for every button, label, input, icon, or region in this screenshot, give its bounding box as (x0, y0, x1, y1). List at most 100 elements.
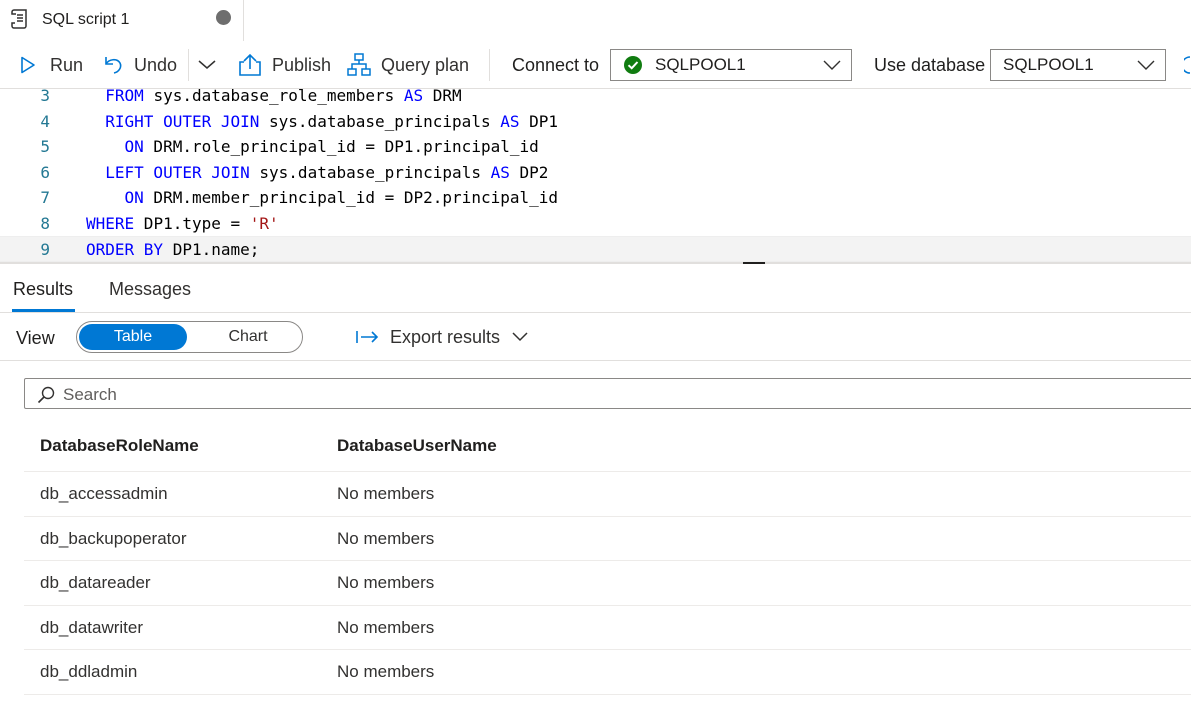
search-icon (37, 386, 55, 404)
sql-token: DP1.name; (163, 240, 260, 259)
connect-to-value: SQLPOOL1 (655, 55, 746, 74)
cell-database-user-name: No members (337, 528, 435, 548)
export-results-button[interactable]: Export results (356, 313, 528, 361)
cell-database-role-name: db_accessadmin (40, 484, 168, 503)
query-plan-icon (347, 53, 371, 76)
code-text: LEFT OUTER JOIN sys.database_principals … (86, 160, 548, 186)
table-header: DatabaseRoleName DatabaseUserName (24, 420, 1191, 472)
sql-keyword: AS (490, 162, 510, 182)
sql-keyword: LEFT OUTER JOIN (86, 162, 250, 182)
tab-sql-script-1[interactable]: SQL script 1 (0, 0, 244, 41)
undo-button[interactable]: Undo (102, 41, 177, 89)
table-row[interactable]: db_datareader No members (24, 561, 1191, 606)
code-line[interactable]: 5 ON DRM.role_principal_id = DP1.princip… (0, 134, 1191, 160)
use-database-value: SQLPOOL1 (1003, 55, 1094, 74)
publish-button[interactable]: Publish (238, 41, 331, 89)
code-text: ON DRM.member_principal_id = DP2.princip… (86, 185, 558, 211)
sql-keyword: AS (500, 111, 520, 131)
line-number: 8 (40, 213, 50, 233)
run-button[interactable]: Run (20, 41, 83, 89)
table-row[interactable]: db_datawriter No members (24, 606, 1191, 650)
view-option-table[interactable]: Table (79, 324, 187, 350)
line-number: 7 (40, 188, 50, 207)
search-placeholder: Search (63, 385, 117, 404)
toolbar: Run Undo Publish Query plan Connect to S… (0, 41, 1191, 89)
results-tabs: Results Messages (0, 264, 1191, 313)
use-database-dropdown[interactable]: SQLPOOL1 (990, 49, 1166, 81)
code-text: FROM sys.database_role_members AS DRM (86, 89, 462, 109)
cell-database-role-name: db_backupoperator (40, 528, 187, 548)
column-header-database-user-name[interactable]: DatabaseUserName (337, 436, 497, 456)
tab-results[interactable]: Results (13, 279, 73, 300)
sql-token: DP1.type = (134, 213, 250, 233)
column-header-database-role-name[interactable]: DatabaseRoleName (40, 436, 199, 456)
code-line[interactable]: 6 LEFT OUTER JOIN sys.database_principal… (0, 160, 1191, 186)
active-tab-indicator (12, 309, 75, 312)
line-number: 9 (40, 240, 50, 259)
unsaved-changes-dot[interactable] (216, 10, 231, 25)
sql-token: DRM (423, 89, 462, 105)
sql-keyword: ON (86, 188, 144, 207)
chevron-down-icon (512, 332, 528, 342)
query-plan-label: Query plan (381, 54, 470, 75)
tab-bar: SQL script 1 (0, 0, 1191, 41)
connected-check-icon (624, 56, 642, 74)
sql-token: DRM.role_principal_id = DP1.principal_id (143, 137, 539, 156)
sql-keyword: RIGHT OUTER JOIN (86, 111, 260, 131)
sql-token: sys.database_principals (249, 162, 491, 182)
toolbar-separator (188, 49, 189, 81)
sql-script-icon (11, 9, 27, 29)
cell-database-role-name: db_datawriter (40, 617, 144, 637)
run-label: Run (50, 54, 84, 75)
view-toggle[interactable]: Table Chart (76, 321, 303, 353)
code-editor[interactable]: 3 FROM sys.database_role_members AS DRM 4… (0, 89, 1191, 262)
undo-dropdown-button[interactable] (198, 41, 216, 89)
code-line[interactable]: 3 FROM sys.database_role_members AS DRM (0, 89, 1191, 109)
view-toolbar: View Table Chart Export results (0, 313, 1191, 361)
tab-messages[interactable]: Messages (109, 279, 191, 300)
chevron-down-icon (198, 60, 216, 69)
cell-database-user-name: No members (337, 617, 435, 637)
publish-label: Publish (272, 54, 332, 75)
cell-database-role-name: db_ddladmin (40, 662, 138, 681)
chevron-down-icon (1137, 60, 1155, 70)
overflow-icon[interactable] (1184, 41, 1191, 89)
sql-token: DP1 (519, 111, 559, 131)
tab-title: SQL script 1 (42, 11, 130, 28)
play-icon (21, 56, 35, 74)
code-line[interactable]: 7 ON DRM.member_principal_id = DP2.princ… (0, 185, 1191, 211)
sql-token: DRM.member_principal_id = DP2.principal_… (143, 188, 559, 207)
sql-keyword: ORDER BY (86, 240, 164, 259)
cell-database-user-name: No members (337, 662, 435, 681)
sql-token: DP2 (509, 162, 549, 182)
toolbar-separator (489, 49, 490, 81)
code-line[interactable]: 9 ORDER BY DP1.name; (0, 236, 1191, 262)
table-row[interactable]: db_ddladmin No members (24, 650, 1191, 695)
table-row[interactable]: db_accessadmin No members (24, 472, 1191, 517)
table-row[interactable]: db_backupoperator No members (24, 517, 1191, 561)
view-option-chart[interactable]: Chart (203, 324, 293, 350)
connect-to-label: Connect to (512, 54, 600, 75)
sql-string: 'R' (249, 213, 279, 233)
code-line[interactable]: 4 RIGHT OUTER JOIN sys.database_principa… (0, 109, 1191, 135)
code-line[interactable]: 8 WHERE DP1.type = 'R' (0, 211, 1191, 237)
line-number: 3 (40, 89, 50, 105)
line-number: 4 (40, 111, 50, 131)
line-number: 5 (40, 137, 50, 156)
code-text: RIGHT OUTER JOIN sys.database_principals… (86, 109, 558, 135)
query-plan-button[interactable]: Query plan (347, 41, 469, 89)
export-arrow-icon (356, 331, 379, 343)
sql-keyword: FROM (86, 89, 154, 105)
results-table: DatabaseRoleName DatabaseUserName db_acc… (24, 420, 1191, 695)
connect-to-dropdown[interactable]: SQLPOOL1 (610, 49, 852, 81)
publish-icon (239, 53, 261, 76)
line-number: 6 (40, 162, 50, 182)
export-results-label: Export results (390, 326, 501, 347)
code-text: ON DRM.role_principal_id = DP1.principal… (86, 134, 539, 160)
view-label: View (16, 328, 55, 348)
code-text: ORDER BY DP1.name; (86, 237, 259, 262)
search-input[interactable]: Search (24, 378, 1191, 409)
cell-database-user-name: No members (337, 573, 435, 592)
code-text: WHERE DP1.type = 'R' (86, 211, 279, 237)
sql-token: sys.database_role_members (153, 89, 404, 105)
